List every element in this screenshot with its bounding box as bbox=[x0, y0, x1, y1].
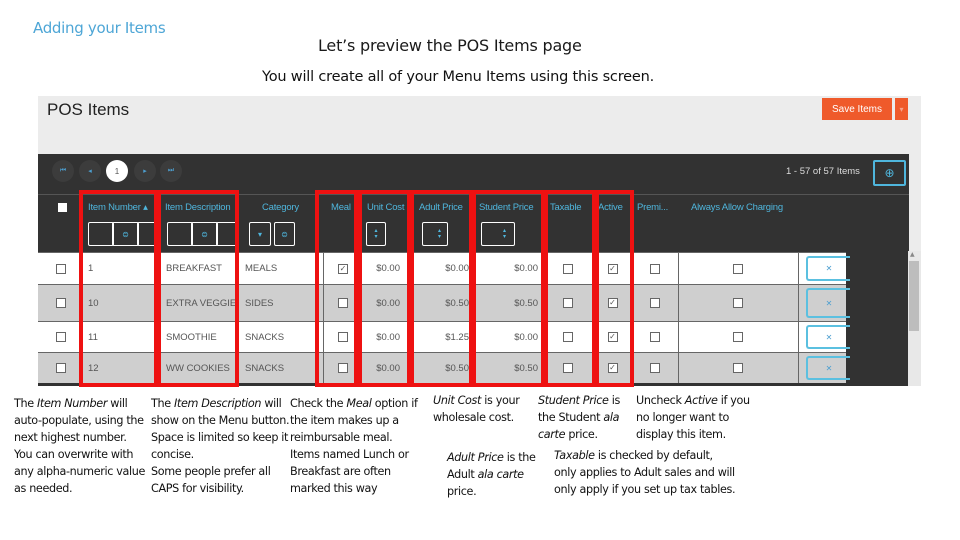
note-taxable: Taxable is checked by default, only appl… bbox=[554, 449, 736, 496]
row-select-cell bbox=[56, 322, 70, 352]
chevron-down-icon: ▾ bbox=[257, 229, 262, 239]
save-options-button[interactable]: ▾ bbox=[895, 98, 908, 120]
note-item-description: The Item Description will show on the Me… bbox=[151, 397, 290, 495]
page-1-button[interactable]: 1 bbox=[106, 160, 128, 182]
pager: ⏮ ◂ 1 ▸ ⏭ 1 - 57 of 57 Items ⊕ bbox=[38, 154, 909, 194]
note-adult-price: Adult Price is the Adult ala carte price… bbox=[447, 451, 536, 498]
next-page-icon[interactable]: ▸ bbox=[134, 160, 156, 182]
highlight-item-number bbox=[79, 190, 158, 387]
note-item-number: The Item Number will auto-populate, usin… bbox=[14, 397, 146, 495]
save-items-button[interactable]: Save Items bbox=[822, 98, 892, 120]
divider bbox=[798, 322, 799, 352]
add-item-button[interactable]: ⊕ bbox=[873, 160, 906, 186]
always-allow-charging-cell bbox=[678, 353, 798, 383]
first-page-icon[interactable]: ⏮ bbox=[52, 160, 74, 182]
always-allow-charging-checkbox[interactable] bbox=[733, 363, 743, 373]
select-all-checkbox[interactable] bbox=[58, 203, 67, 212]
highlight-item-description bbox=[157, 190, 239, 387]
category-cell: SNACKS bbox=[245, 362, 285, 374]
highlight-adult-price bbox=[410, 190, 473, 387]
row-select-checkbox[interactable] bbox=[56, 298, 66, 308]
highlight-meal bbox=[315, 190, 358, 387]
highlight-taxable bbox=[544, 190, 596, 387]
category-cell: MEALS bbox=[245, 263, 278, 274]
delete-item-button[interactable]: ✕ bbox=[806, 288, 850, 318]
category-filter-dropdown[interactable]: ▾ bbox=[249, 222, 271, 246]
premium-cell bbox=[635, 353, 675, 383]
page-title: POS Items bbox=[47, 100, 130, 119]
always-allow-charging-checkbox[interactable] bbox=[733, 298, 743, 308]
note-meal: Check the Meal option if the item makes … bbox=[290, 397, 418, 495]
always-allow-charging-cell bbox=[678, 322, 798, 352]
close-icon: ✕ bbox=[825, 363, 833, 373]
close-icon: ✕ bbox=[825, 298, 833, 308]
divider bbox=[798, 353, 799, 383]
always-allow-charging-cell bbox=[678, 285, 798, 321]
delete-item-button[interactable]: ✕ bbox=[806, 356, 850, 380]
premium-checkbox[interactable] bbox=[650, 332, 660, 342]
slide-title: Let’s preview the POS Items page bbox=[318, 36, 582, 55]
highlight-student-price bbox=[472, 190, 545, 387]
divider bbox=[798, 253, 799, 284]
premium-cell bbox=[635, 322, 675, 352]
vertical-scrollbar[interactable]: ▲ bbox=[908, 251, 921, 386]
row-select-cell bbox=[56, 285, 70, 321]
delete-item-button[interactable]: ✕ bbox=[806, 325, 850, 349]
highlight-active bbox=[595, 190, 634, 387]
filter-icon: ⊜ bbox=[281, 229, 288, 239]
last-page-icon[interactable]: ⏭ bbox=[160, 160, 182, 182]
slide-subtitle: You will create all of your Menu Items u… bbox=[262, 69, 654, 85]
row-select-checkbox[interactable] bbox=[56, 363, 66, 373]
row-select-cell bbox=[56, 253, 70, 284]
close-icon: ✕ bbox=[825, 332, 833, 342]
scrollbar-thumb[interactable] bbox=[909, 261, 919, 331]
row-select-cell bbox=[56, 353, 70, 383]
column-header-premium[interactable]: Premi... bbox=[637, 202, 668, 213]
premium-checkbox[interactable] bbox=[650, 363, 660, 373]
column-header-always-allow-charging[interactable]: Always Allow Charging bbox=[691, 202, 783, 213]
highlight-unit-cost bbox=[358, 190, 411, 387]
category-cell: SIDES bbox=[245, 297, 274, 309]
category-cell: SNACKS bbox=[245, 331, 285, 343]
column-header-category[interactable]: Category bbox=[262, 202, 299, 213]
category-filter-button[interactable]: ⊜ bbox=[274, 222, 295, 246]
note-student-price: Student Price is the Student ala carte p… bbox=[538, 394, 620, 441]
premium-cell bbox=[635, 253, 675, 284]
divider bbox=[798, 285, 799, 321]
pager-info: 1 - 57 of 57 Items bbox=[786, 166, 860, 177]
delete-item-button[interactable]: ✕ bbox=[806, 256, 850, 281]
always-allow-charging-cell bbox=[678, 253, 798, 284]
prev-page-icon[interactable]: ◂ bbox=[79, 160, 101, 182]
premium-checkbox[interactable] bbox=[650, 263, 660, 274]
scroll-up-icon[interactable]: ▲ bbox=[910, 251, 915, 258]
premium-checkbox[interactable] bbox=[650, 298, 660, 308]
row-select-checkbox[interactable] bbox=[56, 263, 66, 274]
always-allow-charging-checkbox[interactable] bbox=[733, 263, 743, 274]
row-select-checkbox[interactable] bbox=[56, 332, 66, 342]
plus-circle-icon: ⊕ bbox=[884, 166, 895, 180]
premium-cell bbox=[635, 285, 675, 321]
always-allow-charging-checkbox[interactable] bbox=[733, 332, 743, 342]
close-icon: ✕ bbox=[825, 264, 833, 273]
note-unit-cost: Unit Cost is your wholesale cost. bbox=[433, 394, 520, 424]
slide-header: Adding your Items bbox=[33, 19, 166, 37]
note-active: Uncheck Active if you no longer want to … bbox=[636, 394, 750, 441]
